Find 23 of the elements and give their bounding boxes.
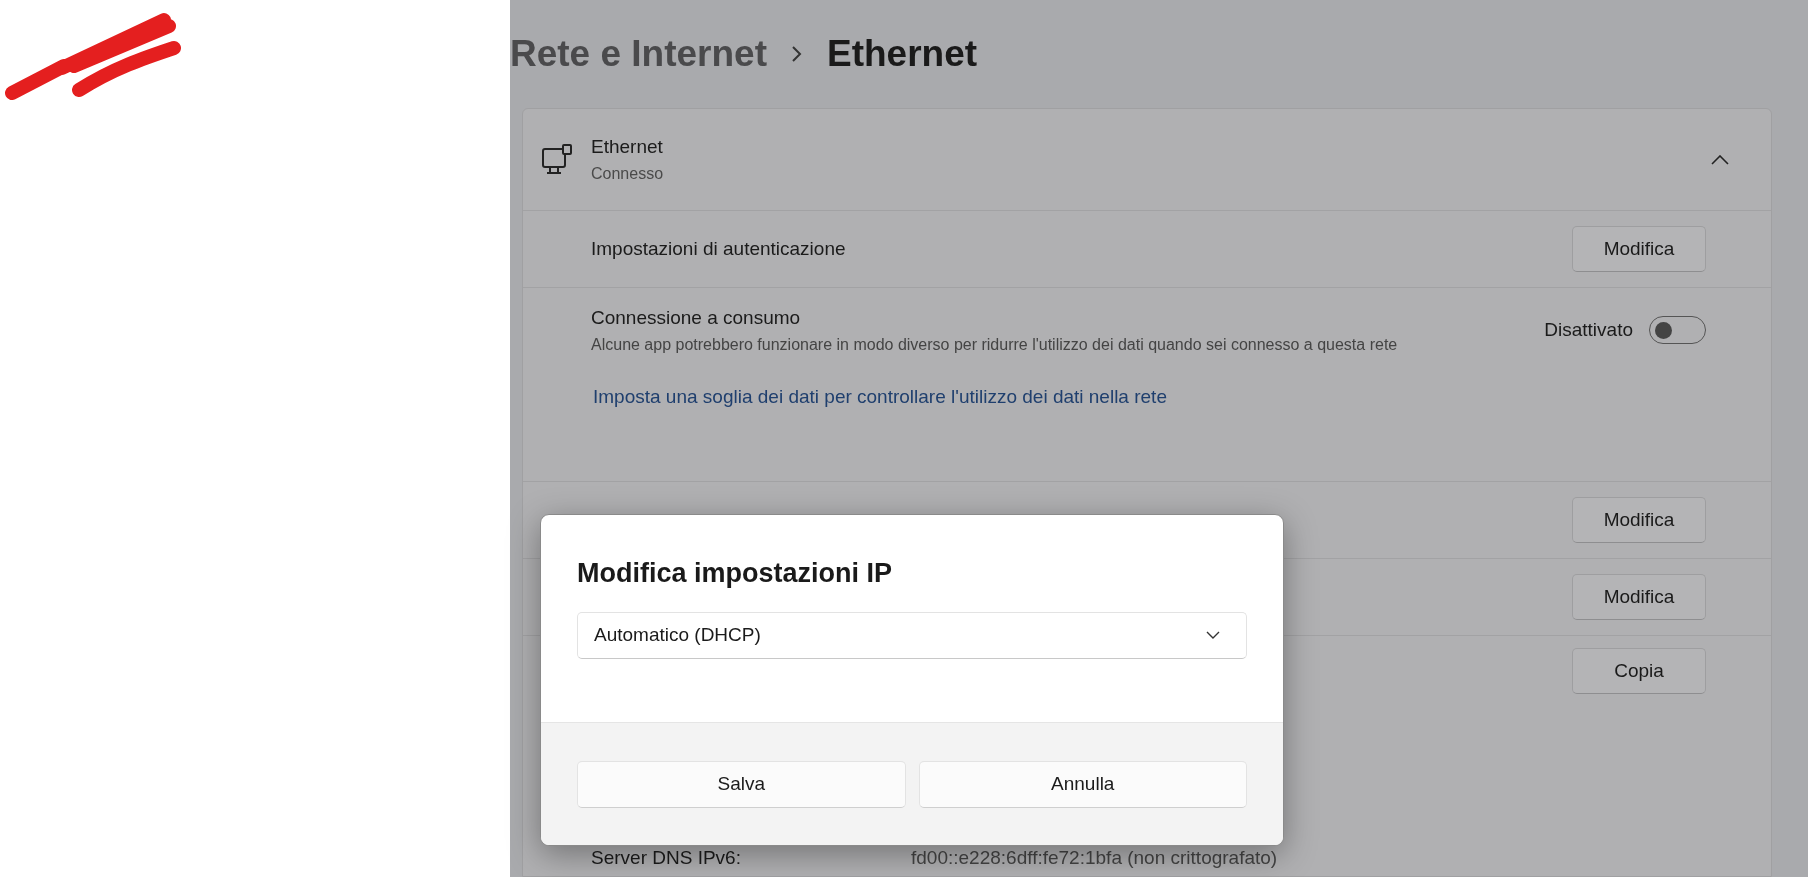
- dialog-title: Modifica impostazioni IP: [577, 557, 894, 590]
- chevron-down-icon: [1206, 631, 1220, 639]
- cancel-button[interactable]: Annulla: [918, 760, 1247, 808]
- chevron-right-icon: [791, 45, 803, 63]
- modify-button[interactable]: Copia: [1572, 648, 1706, 694]
- ip-settings-dropdown[interactable]: Automatico (DHCP): [577, 611, 1247, 659]
- network-name: Ethernet: [591, 135, 664, 160]
- setting-description: Alcune app potrebbero funzionare in modo diverso per ridurre l'utilizzo dei dati quando sei connesso a questa rete: [591, 334, 1398, 355]
- modify-button[interactable]: Modifica: [1572, 226, 1706, 272]
- chevron-up-icon[interactable]: [1711, 154, 1729, 165]
- modify-button[interactable]: Modifica: [1572, 497, 1706, 543]
- data-limit-link[interactable]: Imposta una soglia dei dati per controllare l'utilizzo dei dati nella rete: [593, 385, 1167, 407]
- toggle-state-text: Disattivato: [1544, 318, 1633, 342]
- property-value: fd00::e228:6dff:fe72:1bfa (non crittografato): [911, 846, 1278, 870]
- modify-button[interactable]: Modifica: [1572, 574, 1706, 620]
- setting-label: Connessione a consumo: [591, 306, 802, 330]
- breadcrumb-link[interactable]: Rete e Internet: [510, 26, 767, 82]
- setting-label: Impostazioni di autenticazione: [591, 236, 846, 261]
- computer-network-icon: [541, 142, 573, 177]
- property-label: Server DNS IPv6:: [591, 846, 742, 870]
- save-button[interactable]: Salva: [577, 760, 906, 808]
- page-title: Ethernet: [827, 32, 978, 77]
- network-status: Connesso: [591, 163, 665, 184]
